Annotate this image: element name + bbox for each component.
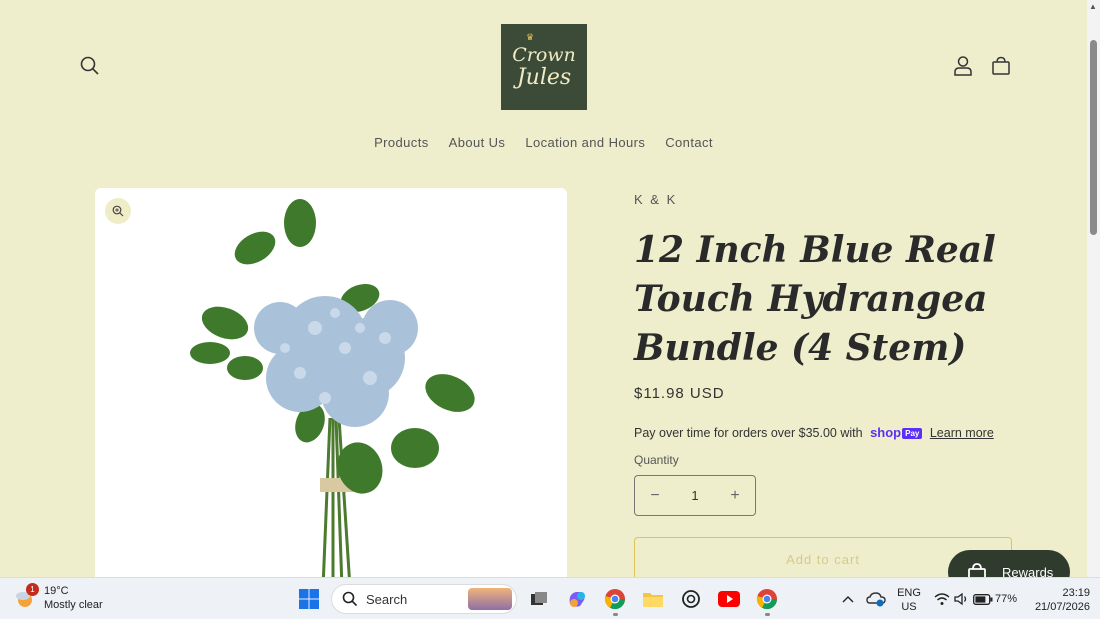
chevron-up-icon[interactable] bbox=[836, 587, 860, 611]
rewards-label: Rewards bbox=[1002, 564, 1054, 578]
windows-taskbar: 1 19°C Mostly clear Search ENG US 77% 23… bbox=[0, 577, 1100, 619]
onedrive-icon[interactable] bbox=[864, 587, 888, 611]
weather-temp: 19°C bbox=[44, 585, 69, 597]
language-indicator[interactable]: ENG US bbox=[896, 586, 922, 614]
notification-badge: 1 bbox=[26, 583, 39, 596]
chrome-profile-icon[interactable] bbox=[755, 587, 779, 611]
quantity-input[interactable] bbox=[675, 488, 715, 503]
product-image[interactable] bbox=[95, 188, 567, 577]
main-nav: Products About Us Location and Hours Con… bbox=[0, 135, 1087, 150]
weather-desc: Mostly clear bbox=[44, 599, 103, 611]
search-label: Search bbox=[366, 591, 408, 607]
battery-percent: 77% bbox=[995, 593, 1018, 605]
crown-icon: ♛ bbox=[526, 33, 535, 43]
clock-time: 23:19 bbox=[1062, 587, 1090, 599]
lang-line1: ENG bbox=[897, 587, 921, 599]
hydrangea-illustration bbox=[190, 199, 475, 577]
search-icon bbox=[342, 591, 358, 607]
volume-icon[interactable] bbox=[950, 587, 974, 611]
chrome-running-indicator bbox=[613, 613, 618, 616]
search-icon[interactable] bbox=[77, 53, 103, 79]
account-icon[interactable] bbox=[950, 53, 976, 79]
product-page: ♛ Crown Jules Products About Us Location… bbox=[0, 0, 1087, 577]
shop-pay-installments: Pay over time for orders over $35.00 wit… bbox=[634, 425, 994, 440]
shop-logo-text: shop bbox=[870, 425, 902, 440]
logo-line2: Jules bbox=[516, 64, 572, 90]
lang-line2: US bbox=[901, 601, 917, 613]
clock-date: 21/07/2026 bbox=[1034, 601, 1090, 613]
page-scrollbar[interactable]: ▲ bbox=[1087, 0, 1100, 577]
product-vendor: K & K bbox=[634, 192, 678, 207]
product-title: 12 Inch Blue Real Touch Hydrangea Bundle… bbox=[634, 229, 996, 369]
search-highlight-image bbox=[468, 588, 512, 610]
copilot-icon[interactable] bbox=[565, 587, 589, 611]
weather-widget[interactable]: 1 19°C Mostly clear bbox=[14, 583, 103, 612]
store-logo[interactable]: ♛ Crown Jules bbox=[501, 24, 587, 110]
scrollbar-thumb[interactable] bbox=[1090, 40, 1097, 235]
nav-contact[interactable]: Contact bbox=[655, 135, 723, 150]
nav-location-and-hours[interactable]: Location and Hours bbox=[515, 135, 655, 150]
clock[interactable]: 23:19 21/07/2026 bbox=[1024, 586, 1090, 614]
youtube-icon[interactable] bbox=[717, 587, 741, 611]
quantity-label: Quantity bbox=[634, 453, 679, 467]
chatgpt-icon[interactable] bbox=[679, 587, 703, 611]
quantity-stepper: − + bbox=[634, 475, 756, 516]
taskbar-search[interactable]: Search bbox=[331, 584, 517, 614]
weather-icon: 1 bbox=[14, 583, 39, 609]
windows-start-icon[interactable] bbox=[297, 587, 321, 611]
learn-more-link[interactable]: Learn more bbox=[930, 426, 994, 440]
task-view-icon[interactable] bbox=[527, 587, 551, 611]
chrome-icon[interactable] bbox=[603, 587, 627, 611]
product-price: $11.98 USD bbox=[634, 385, 725, 402]
rewards-button[interactable]: Rewards bbox=[948, 550, 1070, 577]
quantity-increase-button[interactable]: + bbox=[715, 476, 755, 515]
battery-icon[interactable] bbox=[972, 587, 994, 611]
shopping-bag-icon bbox=[968, 563, 986, 577]
logo-line1: Crown bbox=[512, 43, 576, 66]
quantity-decrease-button[interactable]: − bbox=[635, 476, 675, 515]
installments-text: Pay over time for orders over $35.00 wit… bbox=[634, 426, 863, 440]
shop-pay-logo: shop Pay bbox=[870, 425, 923, 440]
file-explorer-icon[interactable] bbox=[641, 587, 665, 611]
nav-about-us[interactable]: About Us bbox=[439, 135, 516, 150]
nav-products[interactable]: Products bbox=[364, 135, 439, 150]
shop-pay-badge: Pay bbox=[902, 428, 923, 439]
chrome-profile-running-indicator bbox=[765, 613, 770, 616]
zoom-icon[interactable] bbox=[105, 198, 131, 224]
cart-icon[interactable] bbox=[988, 53, 1014, 79]
scroll-up-icon[interactable]: ▲ bbox=[1089, 2, 1097, 11]
